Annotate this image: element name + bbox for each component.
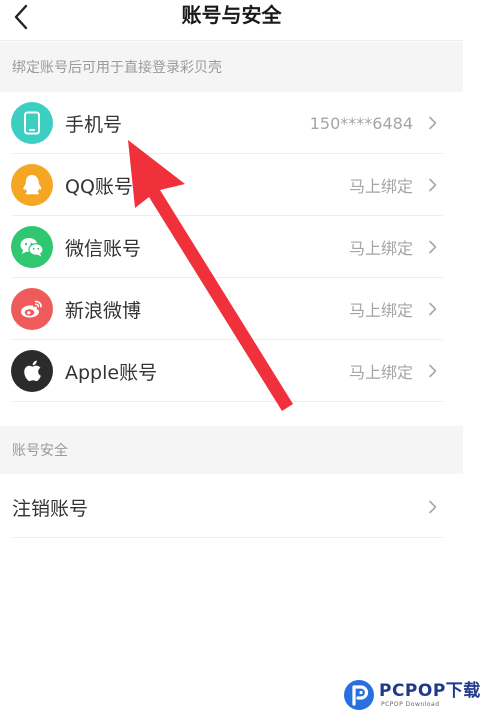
security-section-header: 账号安全 <box>0 426 463 474</box>
account-value: 马上绑定 <box>348 239 413 258</box>
phone-icon <box>11 102 53 144</box>
security-list: 注销账号 <box>0 476 463 538</box>
security-item-label: 注销账号 <box>12 497 89 520</box>
watermark-main-text: PCPOP下载 <box>379 681 481 701</box>
page-title: 账号与安全 <box>181 3 282 27</box>
account-row-apple[interactable]: Apple账号 马上绑定 <box>0 340 463 402</box>
bind-hint-header: 绑定账号后可用于直接登录彩贝壳 <box>0 42 463 92</box>
account-value: 150****6484 <box>309 113 413 133</box>
account-label: 手机号 <box>65 113 123 136</box>
account-value: 马上绑定 <box>348 301 413 320</box>
account-label: 微信账号 <box>65 237 142 260</box>
weibo-icon <box>11 288 53 330</box>
wechat-icon <box>11 226 53 268</box>
account-row-phone[interactable]: 手机号 150****6484 <box>0 92 463 154</box>
chevron-right-icon <box>425 364 439 378</box>
account-row-weibo[interactable]: 新浪微博 马上绑定 <box>0 278 463 340</box>
account-label: QQ账号 <box>65 175 133 198</box>
deactivate-account-row[interactable]: 注销账号 <box>0 476 463 538</box>
account-label: 新浪微博 <box>65 299 142 322</box>
pcpop-logo-icon <box>344 680 374 710</box>
account-value: 马上绑定 <box>348 177 413 196</box>
account-value: 马上绑定 <box>348 363 413 382</box>
account-security-screen: 账号与安全 绑定账号后可用于直接登录彩贝壳 手机号 150****6484 QQ… <box>0 0 463 720</box>
apple-icon <box>11 350 53 392</box>
account-label: Apple账号 <box>65 361 158 384</box>
qq-icon <box>11 164 53 206</box>
chevron-right-icon <box>425 116 439 130</box>
account-row-qq[interactable]: QQ账号 马上绑定 <box>0 154 463 216</box>
account-row-wechat[interactable]: 微信账号 马上绑定 <box>0 216 463 278</box>
watermark-sub-text: PCPOP Download <box>381 701 440 708</box>
pcpop-watermark: PCPOP下载 PCPOP Download <box>342 674 490 716</box>
chevron-right-icon <box>425 178 439 192</box>
bound-accounts-list: 手机号 150****6484 QQ账号 马上绑定 微信账号 马上绑定 新浪微博… <box>0 92 463 402</box>
chevron-right-icon <box>425 240 439 254</box>
nav-bar: 账号与安全 <box>0 0 463 41</box>
chevron-right-icon <box>425 302 439 316</box>
chevron-right-icon <box>425 500 439 514</box>
